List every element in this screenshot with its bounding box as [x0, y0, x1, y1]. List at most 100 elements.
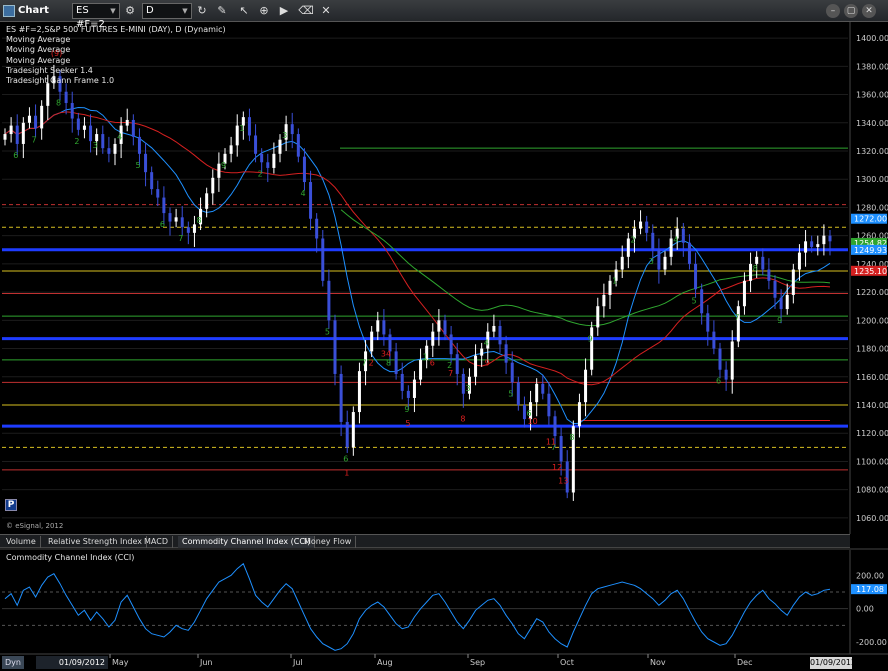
- candle-body: [480, 348, 484, 356]
- candle-body: [437, 320, 441, 332]
- candle-body: [290, 124, 294, 135]
- tab-volume[interactable]: Volume: [2, 536, 41, 548]
- price-tick-label: 1300.00: [856, 175, 888, 184]
- candle-body: [27, 115, 31, 123]
- candle-body: [89, 125, 93, 142]
- price-tick-label: 1080.00: [856, 486, 888, 495]
- legend-gann: Tradesight Gann Frame 1.0: [6, 76, 115, 86]
- candle-body: [474, 355, 478, 377]
- tab-rsi[interactable]: Relative Strength Index: [44, 536, 147, 548]
- candle-body: [577, 402, 581, 427]
- candle-body: [9, 125, 13, 135]
- candle-body: [785, 294, 789, 310]
- seeker-label-red: 13: [558, 476, 568, 485]
- candle-body: [339, 373, 343, 422]
- seeker-label-green: 5: [508, 389, 513, 398]
- candle-body: [321, 238, 325, 281]
- candle-body: [406, 390, 410, 398]
- candle-body: [205, 193, 209, 209]
- candle-body: [535, 383, 539, 403]
- candle-body: [516, 382, 520, 405]
- price-tick-label: 1180.00: [856, 345, 888, 354]
- candle-body: [192, 224, 196, 233]
- candle-body: [431, 331, 435, 346]
- candle-body: [639, 221, 643, 229]
- seeker-label-green: 1: [239, 124, 244, 133]
- seeker-label-green: 9: [777, 316, 782, 325]
- candle-body: [419, 359, 423, 380]
- price-chart[interactable]: 6782 34567891234567 89123456789123456789(9…: [0, 0, 888, 671]
- legend-symbol: ES #F=2,S&P 500 FUTURES E-MINI (DAY), D …: [6, 25, 226, 34]
- cursor-date-left: 01/09/2012: [36, 656, 108, 669]
- candle-body: [394, 351, 398, 374]
- price-tick-label: 1340.00: [856, 119, 888, 128]
- candle-body: [272, 153, 276, 168]
- candle-body: [669, 238, 673, 257]
- candle-body: [822, 235, 826, 245]
- price-tick-label: 1400.00: [856, 34, 888, 43]
- candle-body: [541, 383, 545, 394]
- candle-body: [681, 228, 685, 243]
- month-label: Sep: [470, 658, 485, 667]
- month-label: Dec: [737, 658, 752, 667]
- candle-body: [651, 232, 655, 250]
- candle-body: [34, 115, 38, 129]
- seeker-label-green: 4: [484, 339, 489, 348]
- cursor-date-right: 01/09/2012: [810, 657, 857, 669]
- price-tick-label: 1200.00: [856, 316, 888, 325]
- candle-body: [40, 105, 44, 129]
- candle-body: [137, 136, 141, 154]
- seeker-label-green: 7: [734, 313, 739, 322]
- price-tag-label: 1249.93: [854, 246, 887, 255]
- moving-average-line-10: [4, 106, 831, 425]
- seeker-label-green: 8: [56, 99, 61, 108]
- price-tick-label: 1380.00: [856, 62, 888, 71]
- chart-legend: ES #F=2,S&P 500 FUTURES E-MINI (DAY), D …: [6, 25, 226, 86]
- candle-body: [247, 117, 251, 136]
- p-button[interactable]: P: [5, 499, 17, 511]
- tab-cci[interactable]: Commodity Channel Index (CCI): [178, 536, 316, 548]
- seeker-label-green: 7: [32, 135, 37, 144]
- candle-body: [712, 331, 716, 349]
- seeker-label-green: 2: [630, 236, 635, 245]
- candle-body: [266, 162, 270, 168]
- candle-body: [773, 280, 777, 298]
- candle-body: [302, 156, 306, 183]
- candle-body: [797, 252, 801, 270]
- candle-body: [107, 148, 111, 154]
- seeker-label-green: 8: [569, 433, 574, 442]
- study-tabs: Volume Relative Strength Index MACD Comm…: [0, 534, 850, 548]
- candle-body: [180, 217, 184, 228]
- tab-money-flow[interactable]: Money Flow: [300, 536, 357, 548]
- price-tick-label: 1280.00: [856, 203, 888, 212]
- price-tick-label: 1120.00: [856, 429, 888, 438]
- candle-body: [351, 412, 355, 448]
- seeker-label-green: 4: [117, 133, 122, 142]
- candle-body: [235, 125, 239, 146]
- candle-body: [376, 320, 380, 332]
- tab-macd[interactable]: MACD: [140, 536, 173, 548]
- seeker-label-green: 3: [282, 131, 287, 140]
- candle-body: [804, 241, 808, 253]
- candle-body: [174, 217, 178, 222]
- seeker-label-green: 9: [221, 161, 226, 170]
- candle-body: [767, 269, 771, 281]
- seeker-label-green: 5: [325, 327, 330, 336]
- seeker-label-green: 2: [74, 137, 79, 146]
- candle-body: [315, 218, 319, 239]
- copyright: © eSignal, 2012: [6, 522, 64, 530]
- cci-tick-label: 0.00: [856, 605, 874, 614]
- candle-body: [724, 369, 728, 380]
- candle-body: [791, 269, 795, 295]
- seeker-label-red: 2: [369, 359, 374, 368]
- candle-body: [718, 348, 722, 370]
- candle-body: [162, 197, 166, 214]
- candle-body: [584, 369, 588, 403]
- cci-line: [4, 562, 831, 651]
- candle-body: [663, 256, 667, 270]
- price-tag-label: 1272.00: [854, 215, 887, 224]
- dyn-button[interactable]: Dyn: [2, 656, 24, 669]
- seeker-label-green: 8: [753, 264, 758, 273]
- seeker-label-red: 12: [552, 463, 562, 472]
- candle-body: [327, 280, 331, 321]
